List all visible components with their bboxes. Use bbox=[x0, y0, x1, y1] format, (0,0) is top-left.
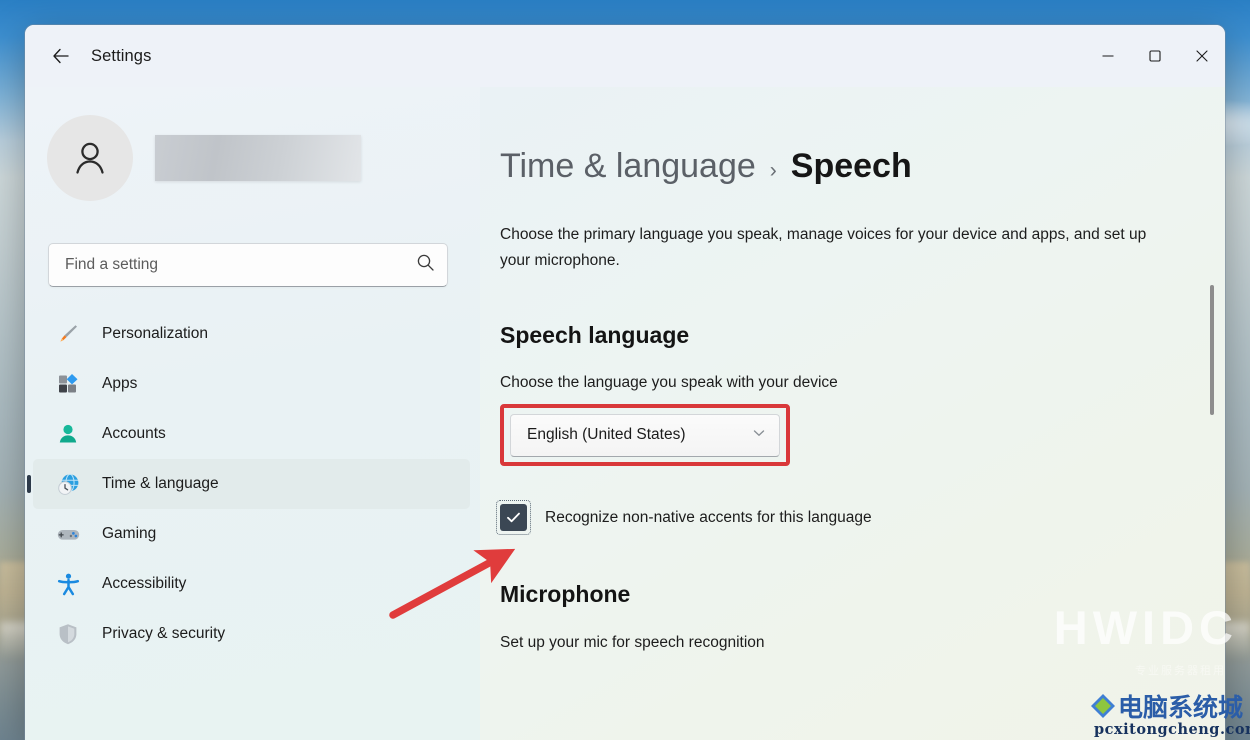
search-icon[interactable] bbox=[416, 253, 435, 277]
chevron-down-icon bbox=[751, 425, 767, 446]
sidebar-item-apps[interactable]: Apps bbox=[33, 359, 470, 409]
back-arrow-icon[interactable] bbox=[44, 39, 78, 73]
sidebar-item-accessibility[interactable]: Accessibility bbox=[33, 559, 470, 609]
sidebar-item-label: Accounts bbox=[102, 425, 166, 442]
accent-checkbox-label[interactable]: Recognize non-native accents for this la… bbox=[545, 509, 872, 527]
globe-clock-icon bbox=[55, 471, 81, 497]
sidebar-item-label: Personalization bbox=[102, 325, 208, 342]
sidebar-item-label: Time & language bbox=[102, 475, 219, 492]
speech-language-dropdown[interactable]: English (United States) bbox=[510, 413, 780, 457]
speech-language-heading: Speech language bbox=[500, 322, 690, 348]
breadcrumb-parent[interactable]: Time & language bbox=[500, 147, 756, 186]
search-input[interactable] bbox=[65, 256, 416, 274]
window-titlebar: Settings bbox=[25, 25, 1225, 87]
paintbrush-icon bbox=[55, 321, 81, 347]
sidebar-item-label: Accessibility bbox=[102, 575, 187, 592]
person-avatar-icon bbox=[47, 115, 133, 201]
microphone-heading: Microphone bbox=[500, 581, 631, 607]
window-body: Personalization Apps bbox=[25, 87, 1225, 740]
page-description: Choose the primary language you speak, m… bbox=[500, 226, 1147, 269]
sidebar-item-gaming[interactable]: Gaming bbox=[33, 509, 470, 559]
gamepad-icon bbox=[55, 521, 81, 547]
account-name-redacted bbox=[155, 135, 361, 181]
sidebar-item-label: Privacy & security bbox=[102, 625, 226, 642]
maximize-icon[interactable] bbox=[1131, 25, 1178, 87]
sidebar-item-label: Gaming bbox=[102, 525, 157, 542]
account-row[interactable] bbox=[47, 115, 480, 201]
sidebar-item-time-language[interactable]: Time & language bbox=[33, 459, 470, 509]
sidebar-item-personalization[interactable]: Personalization bbox=[33, 309, 470, 359]
close-icon[interactable] bbox=[1178, 25, 1225, 87]
settings-window: Settings Find a setting Personalization … bbox=[25, 25, 1225, 740]
sidebar-nav-list: Personalization Apps Accounts Time & lan… bbox=[25, 309, 480, 659]
speech-language-subtitle: Choose the language you speak with your … bbox=[500, 374, 838, 391]
search-box[interactable] bbox=[48, 243, 448, 287]
language-dropdown-highlight: English (United States) bbox=[500, 404, 790, 466]
person-icon bbox=[55, 421, 81, 447]
speech-language-value: English (United States) bbox=[527, 426, 686, 443]
breadcrumb: Time & language › Speech bbox=[500, 147, 1225, 186]
sidebar-item-privacy-security[interactable]: Privacy & security bbox=[33, 609, 470, 659]
content-scrollbar[interactable] bbox=[1207, 135, 1217, 740]
main-content: Time & language › Speech Choose the prim… bbox=[480, 87, 1225, 740]
checkmark-icon bbox=[507, 512, 520, 523]
apps-grid-icon bbox=[55, 371, 81, 397]
accessibility-icon bbox=[55, 571, 81, 597]
content-scrollbar-thumb[interactable] bbox=[1210, 285, 1214, 415]
accent-checkbox[interactable] bbox=[496, 500, 531, 535]
window-title: Settings bbox=[91, 46, 152, 65]
window-controls bbox=[1084, 25, 1225, 87]
page-title: Speech bbox=[790, 147, 912, 185]
accent-checkbox-row[interactable]: Recognize non-native accents for this la… bbox=[496, 500, 1225, 535]
sidebar: Personalization Apps bbox=[25, 87, 483, 740]
microphone-subtitle: Set up your mic for speech recognition bbox=[500, 634, 765, 651]
shield-icon bbox=[55, 621, 81, 647]
sidebar-item-accounts[interactable]: Accounts bbox=[33, 409, 470, 459]
breadcrumb-separator: › bbox=[769, 159, 777, 182]
minimize-icon[interactable] bbox=[1084, 25, 1131, 87]
sidebar-item-label: Apps bbox=[102, 375, 138, 392]
